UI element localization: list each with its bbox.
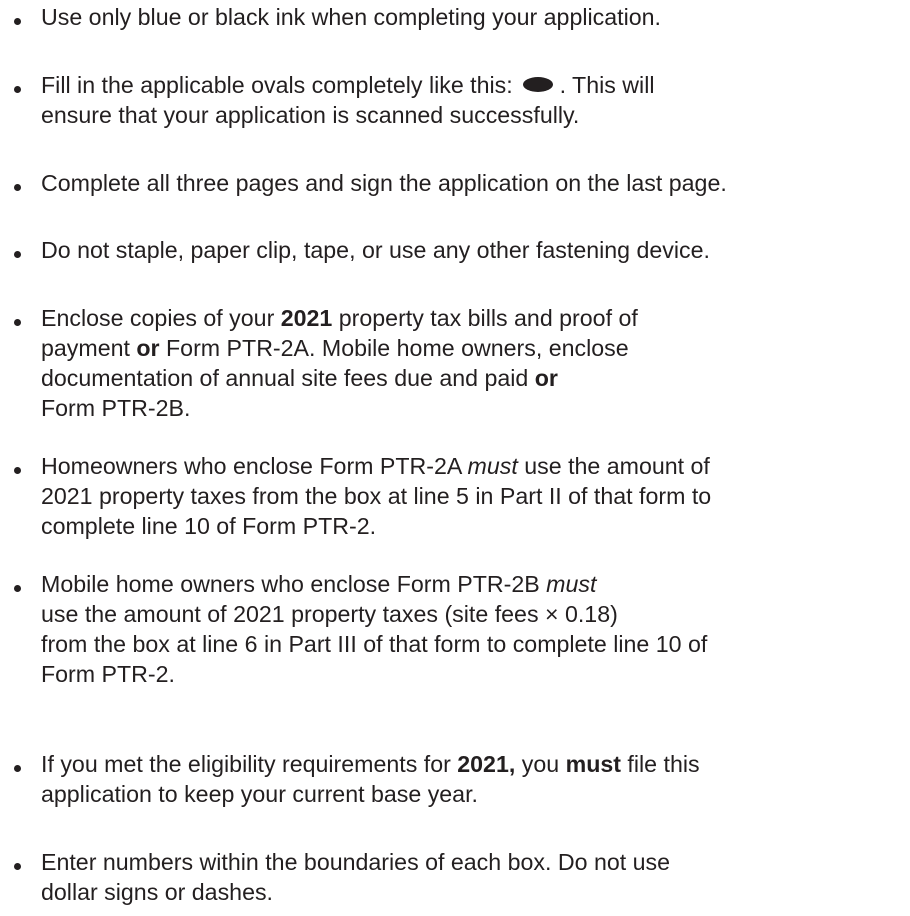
text-line: Mobile home owners who enclose Form PTR-…: [41, 569, 910, 599]
bold-text: must: [565, 751, 621, 777]
bullet-icon: [14, 251, 21, 258]
bullet-icon: [14, 18, 21, 25]
text-line: Use only blue or black ink when completi…: [41, 2, 910, 32]
bullet-icon: [14, 319, 21, 326]
text-run: Fill in the applicable ovals completely …: [41, 72, 520, 98]
filled-oval-icon: [523, 77, 554, 92]
text-run: Mobile home owners who enclose Form PTR-…: [41, 571, 547, 597]
instruction-text: Mobile home owners who enclose Form PTR-…: [41, 569, 910, 689]
italic-text: must: [467, 453, 518, 479]
text-line: ensure that your application is scanned …: [41, 100, 910, 130]
text-run: property tax bills and proof of: [332, 305, 638, 331]
text-run: Enclose copies of your: [41, 305, 281, 331]
text-line: Enclose copies of your 2021 property tax…: [41, 303, 910, 333]
instruction-text: Fill in the applicable ovals completely …: [41, 70, 910, 130]
text-run: Form PTR-2.: [41, 661, 175, 687]
bold-text: or: [534, 365, 558, 391]
text-run: Form PTR-2A. Mobile home owners, enclose: [159, 335, 629, 361]
text-line: use the amount of 2021 property taxes (s…: [41, 599, 910, 629]
text-run: dollar signs or dashes.: [41, 879, 273, 905]
instruction-text: Use only blue or black ink when completi…: [41, 2, 910, 32]
text-line: Complete all three pages and sign the ap…: [41, 168, 910, 198]
instruction-text: If you met the eligibility requirements …: [41, 749, 910, 809]
text-line: Enter numbers within the boundaries of e…: [41, 847, 910, 877]
text-run: Form PTR-2B.: [41, 395, 191, 421]
text-run: payment: [41, 335, 137, 361]
text-run: from the box at line 6 in Part III of th…: [41, 631, 708, 657]
text-run: you: [515, 751, 566, 777]
text-run: If you met the eligibility requirements …: [41, 751, 458, 777]
text-line: Form PTR-2B.: [41, 393, 910, 423]
text-line: Fill in the applicable ovals completely …: [41, 70, 910, 100]
bullet-icon: [14, 585, 21, 592]
text-run: file this: [620, 751, 700, 777]
text-line: from the box at line 6 in Part III of th…: [41, 629, 910, 659]
text-run: 2021 property taxes from the box at line…: [41, 483, 712, 509]
instruction-text: Complete all three pages and sign the ap…: [41, 168, 910, 198]
bold-text: 2021,: [457, 751, 516, 777]
text-line: Form PTR-2.: [41, 659, 910, 689]
instruction-text: Do not staple, paper clip, tape, or use …: [41, 235, 910, 265]
text-run: Use only blue or black ink when completi…: [41, 4, 661, 30]
instruction-text: Enter numbers within the boundaries of e…: [41, 847, 910, 907]
text-run: use the amount of: [517, 453, 710, 479]
text-run: . This will: [553, 72, 655, 98]
text-line: documentation of annual site fees due an…: [41, 363, 910, 393]
italic-text: must: [546, 571, 597, 597]
text-run: Enter numbers within the boundaries of e…: [41, 849, 671, 875]
text-line: payment or Form PTR-2A. Mobile home owne…: [41, 333, 910, 363]
bold-text: 2021: [280, 305, 333, 331]
text-run: documentation of annual site fees due an…: [41, 365, 535, 391]
text-line: complete line 10 of Form PTR-2.: [41, 511, 910, 541]
bold-text: or: [136, 335, 160, 361]
text-run: complete line 10 of Form PTR-2.: [41, 513, 377, 539]
text-run: use the amount of 2021 property taxes (s…: [41, 601, 618, 627]
bullet-icon: [14, 863, 21, 870]
bullet-icon: [14, 86, 21, 93]
instructions-page: Use only blue or black ink when completi…: [0, 0, 910, 916]
text-line: dollar signs or dashes.: [41, 877, 910, 907]
bullet-icon: [14, 765, 21, 772]
text-line: Do not staple, paper clip, tape, or use …: [41, 235, 910, 265]
bullet-icon: [14, 184, 21, 191]
text-run: Homeowners who enclose Form PTR-2A: [41, 453, 468, 479]
text-line: application to keep your current base ye…: [41, 779, 910, 809]
text-run: Complete all three pages and sign the ap…: [41, 170, 727, 196]
text-line: Homeowners who enclose Form PTR-2A must …: [41, 451, 910, 481]
text-run: Do not staple, paper clip, tape, or use …: [41, 237, 710, 263]
bullet-icon: [14, 467, 21, 474]
instruction-text: Enclose copies of your 2021 property tax…: [41, 303, 910, 423]
text-line: If you met the eligibility requirements …: [41, 749, 910, 779]
text-run: ensure that your application is scanned …: [41, 102, 580, 128]
text-run: application to keep your current base ye…: [41, 781, 478, 807]
instruction-text: Homeowners who enclose Form PTR-2A must …: [41, 451, 910, 541]
text-line: 2021 property taxes from the box at line…: [41, 481, 910, 511]
